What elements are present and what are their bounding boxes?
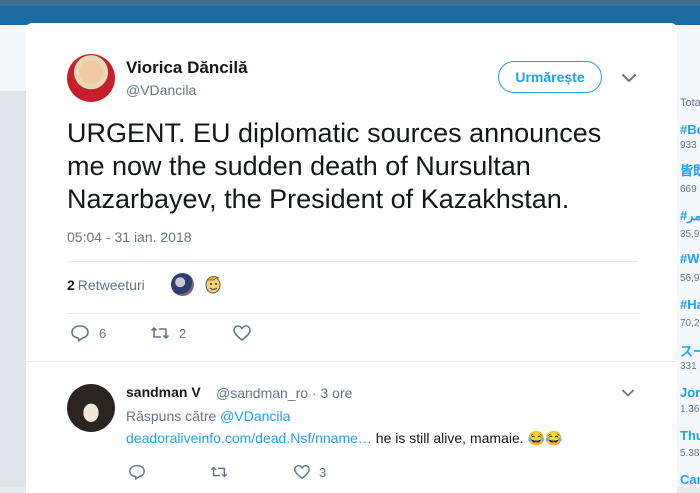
reply-author-avatar[interactable]: [67, 384, 115, 432]
trend-count: 70,2: [680, 318, 700, 329]
heart-icon: [233, 325, 251, 341]
trend-count: 933: [680, 140, 697, 151]
trend-tag[interactable]: Thu: [680, 428, 700, 443]
replying-to-prefix: Răspuns către: [126, 408, 217, 424]
reply-action[interactable]: [128, 463, 168, 483]
chevron-down-icon[interactable]: [620, 69, 638, 87]
author-handle[interactable]: @VDancila: [126, 82, 196, 98]
reply-icon: [71, 325, 89, 342]
divider: [67, 261, 638, 262]
retweet-icon: [210, 466, 228, 478]
reply-body: he is still alive, mamaie. 😂😂: [371, 430, 563, 446]
trend-count: 56,9: [680, 273, 700, 284]
divider: [26, 361, 677, 362]
author-name[interactable]: Viorica Dăncilă: [126, 58, 248, 78]
reply-action[interactable]: 6: [70, 323, 120, 343]
retweet-stats-count: 2: [67, 277, 75, 293]
vault-boy-icon: [202, 273, 224, 295]
reply-text: deadoraliveinfo.com/dead.Nsf/nname… he i…: [126, 430, 562, 447]
tweet-text: URGENT. EU diplomatic sources announces …: [67, 118, 602, 214]
retweeter-avatar[interactable]: [171, 273, 194, 296]
trend-tag[interactable]: Jor: [680, 385, 700, 400]
trend-tag[interactable]: #W: [680, 251, 700, 266]
trend-count: 331: [680, 361, 697, 372]
trend-tag[interactable]: スー: [680, 341, 700, 360]
retweet-action[interactable]: [210, 463, 250, 483]
trend-count: 1.36: [680, 404, 700, 415]
retweet-stats-label: Retweeturi: [77, 277, 145, 293]
trend-tag[interactable]: #Ha: [680, 297, 700, 312]
trends-header: Tota: [680, 97, 700, 109]
tweet-modal: Viorica Dăncilă @VDancila Urmărește URGE…: [26, 23, 677, 493]
trend-tag[interactable]: Car: [680, 472, 700, 487]
like-count: 3: [319, 465, 327, 480]
like-action[interactable]: [232, 323, 282, 343]
modal-backdrop: [0, 91, 26, 487]
trend-tag[interactable]: #قمر: [680, 208, 700, 224]
trends-sidebar: Tota #Bo 933 皆既 669 #قمر 35,9 #W 56,9 #H…: [677, 91, 700, 487]
chevron-down-icon[interactable]: [620, 385, 636, 401]
tweet-timestamp[interactable]: 05:04 - 31 ian. 2018: [67, 229, 192, 245]
trend-count: 5.38: [680, 448, 700, 459]
like-action[interactable]: 3: [293, 463, 333, 483]
retweet-stats[interactable]: 2 Retweeturi: [67, 277, 145, 293]
divider: [67, 313, 638, 314]
replying-to-mention[interactable]: @VDancila: [220, 408, 290, 424]
follow-button[interactable]: Urmărește: [498, 61, 602, 93]
trend-tag[interactable]: #Bo: [680, 122, 700, 137]
retweet-action[interactable]: 2: [150, 323, 200, 343]
heart-icon: [294, 464, 310, 480]
author-avatar[interactable]: [67, 54, 115, 102]
trend-tag[interactable]: 皆既: [680, 160, 700, 179]
replying-to: Răspuns către @VDancila: [126, 408, 290, 424]
reply-author-handle[interactable]: @sandman_ro · 3 ore: [216, 385, 352, 401]
retweet-icon: [150, 327, 170, 339]
retweet-count: 2: [179, 326, 187, 341]
reply-author-name[interactable]: sandman V: [126, 384, 201, 400]
app-top-bar: [0, 0, 700, 25]
trend-count: 669: [680, 184, 697, 195]
trend-count: 35,9: [680, 229, 700, 240]
reply-icon: [129, 464, 145, 480]
retweeter-avatar[interactable]: [201, 272, 225, 296]
top-strip: [0, 0, 700, 6]
reply-link[interactable]: deadoraliveinfo.com/dead.Nsf/nname…: [126, 430, 372, 446]
reply-count: 6: [99, 326, 107, 341]
